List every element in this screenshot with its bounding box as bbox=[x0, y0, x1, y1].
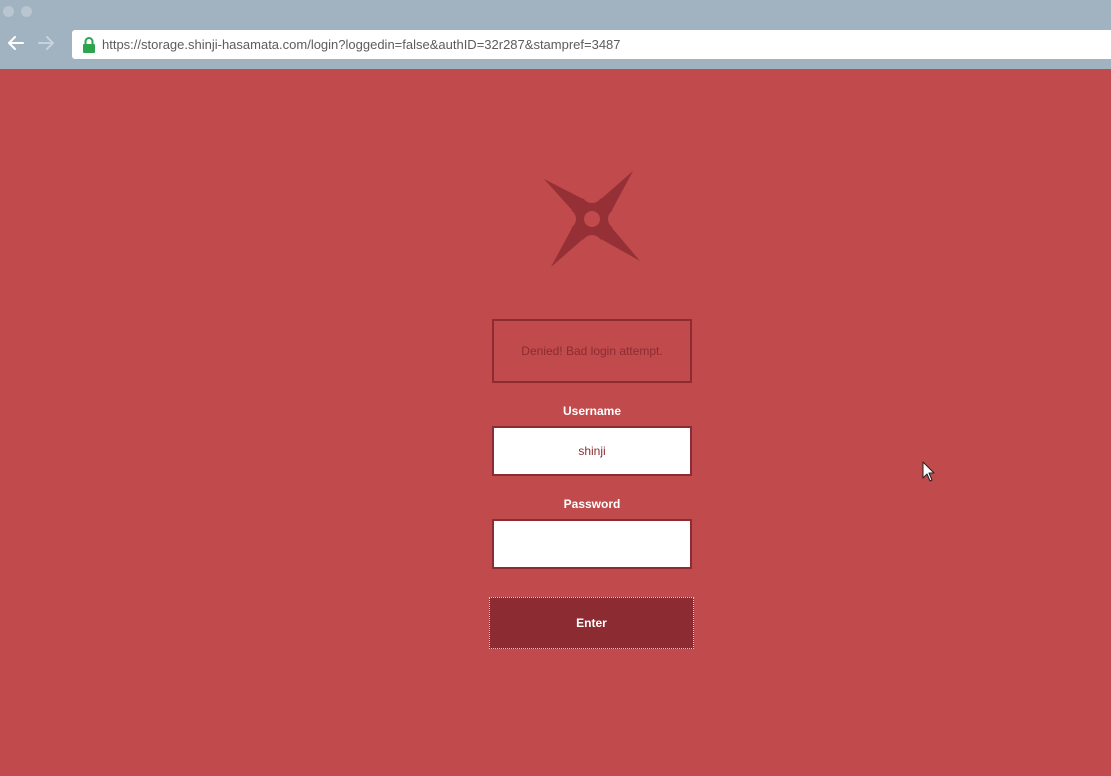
mouse-cursor-icon bbox=[922, 461, 935, 482]
username-label: Username bbox=[562, 404, 622, 418]
password-input[interactable] bbox=[492, 519, 692, 569]
error-message: Denied! Bad login attempt. bbox=[492, 319, 692, 383]
back-button[interactable] bbox=[7, 34, 25, 52]
username-input[interactable] bbox=[492, 426, 692, 476]
login-page: Denied! Bad login attempt. Username Pass… bbox=[0, 69, 1111, 776]
password-label: Password bbox=[563, 497, 621, 511]
window-close-dot[interactable] bbox=[3, 6, 14, 17]
browser-chrome: https://storage.shinji-hasamata.com/logi… bbox=[0, 0, 1111, 69]
address-bar[interactable]: https://storage.shinji-hasamata.com/logi… bbox=[72, 30, 1111, 59]
enter-button[interactable]: Enter bbox=[489, 597, 694, 649]
url-text[interactable]: https://storage.shinji-hasamata.com/logi… bbox=[102, 37, 621, 52]
lock-icon bbox=[81, 36, 96, 53]
shuriken-icon bbox=[544, 171, 640, 267]
arrow-right-icon bbox=[38, 36, 54, 50]
window-minimize-dot[interactable] bbox=[21, 6, 32, 17]
arrow-left-icon bbox=[8, 36, 24, 50]
forward-button[interactable] bbox=[37, 34, 55, 52]
